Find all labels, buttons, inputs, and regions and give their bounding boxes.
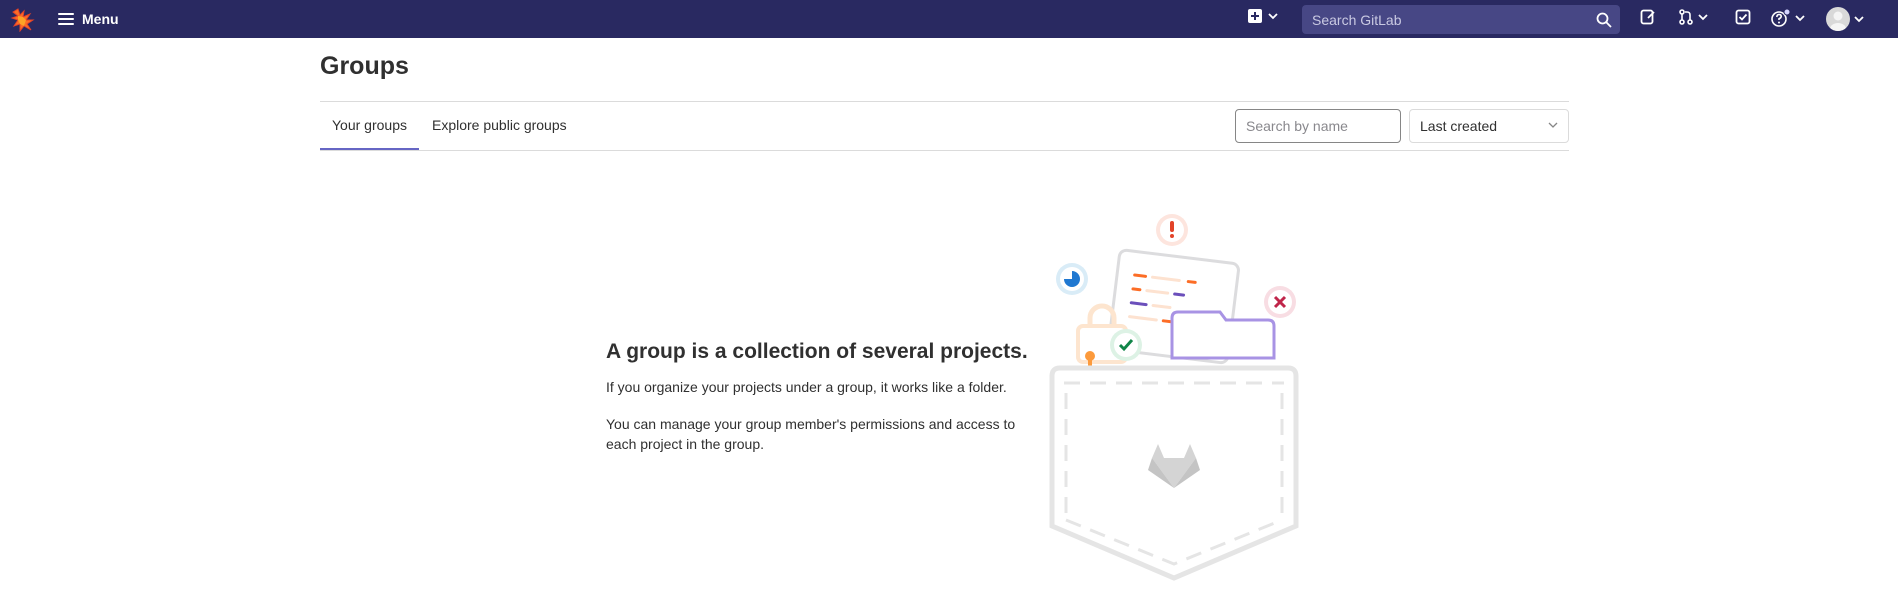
todos-button[interactable] [1735,9,1751,25]
chevron-down-icon [1854,16,1864,23]
todo-icon [1735,9,1751,25]
top-navbar: Menu [0,0,1898,38]
merge-requests-button[interactable] [1678,9,1708,25]
chevron-down-icon [1698,14,1708,21]
merge-request-icon [1679,9,1693,25]
plus-square-icon [1248,9,1262,23]
empty-state-heading: A group is a collection of several proje… [606,340,1028,363]
chevron-down-icon [1548,122,1558,128]
chevron-down-icon [1795,15,1805,22]
divider [320,150,1569,151]
gitlab-logo-icon[interactable] [10,6,36,33]
hamburger-icon [58,13,74,25]
menu-button[interactable]: Menu [58,8,119,30]
chevron-down-icon [1268,13,1278,20]
search-icon[interactable] [1596,12,1612,28]
page-title: Groups [320,52,409,80]
avatar [1826,7,1850,31]
global-search[interactable] [1302,5,1620,34]
help-button[interactable] [1771,9,1805,27]
empty-state-paragraph: You can manage your group member's permi… [606,416,1016,452]
user-menu-button[interactable] [1826,7,1864,31]
help-icon [1771,9,1791,27]
global-search-input[interactable] [1302,5,1582,34]
menu-label: Menu [82,11,119,27]
groups-pocket-illustration [1044,208,1304,588]
search-by-name-input[interactable] [1235,109,1401,143]
new-dropdown-button[interactable] [1248,9,1278,23]
issues-button[interactable] [1640,9,1656,25]
empty-state-paragraph: If you organize your projects under a gr… [606,379,1007,395]
sort-dropdown[interactable]: Last created [1409,109,1569,143]
issues-icon [1640,9,1655,25]
sort-selected-value: Last created [1420,118,1498,134]
tab-your-groups[interactable]: Your groups [320,101,419,150]
tab-explore-public-groups[interactable]: Explore public groups [420,101,579,150]
